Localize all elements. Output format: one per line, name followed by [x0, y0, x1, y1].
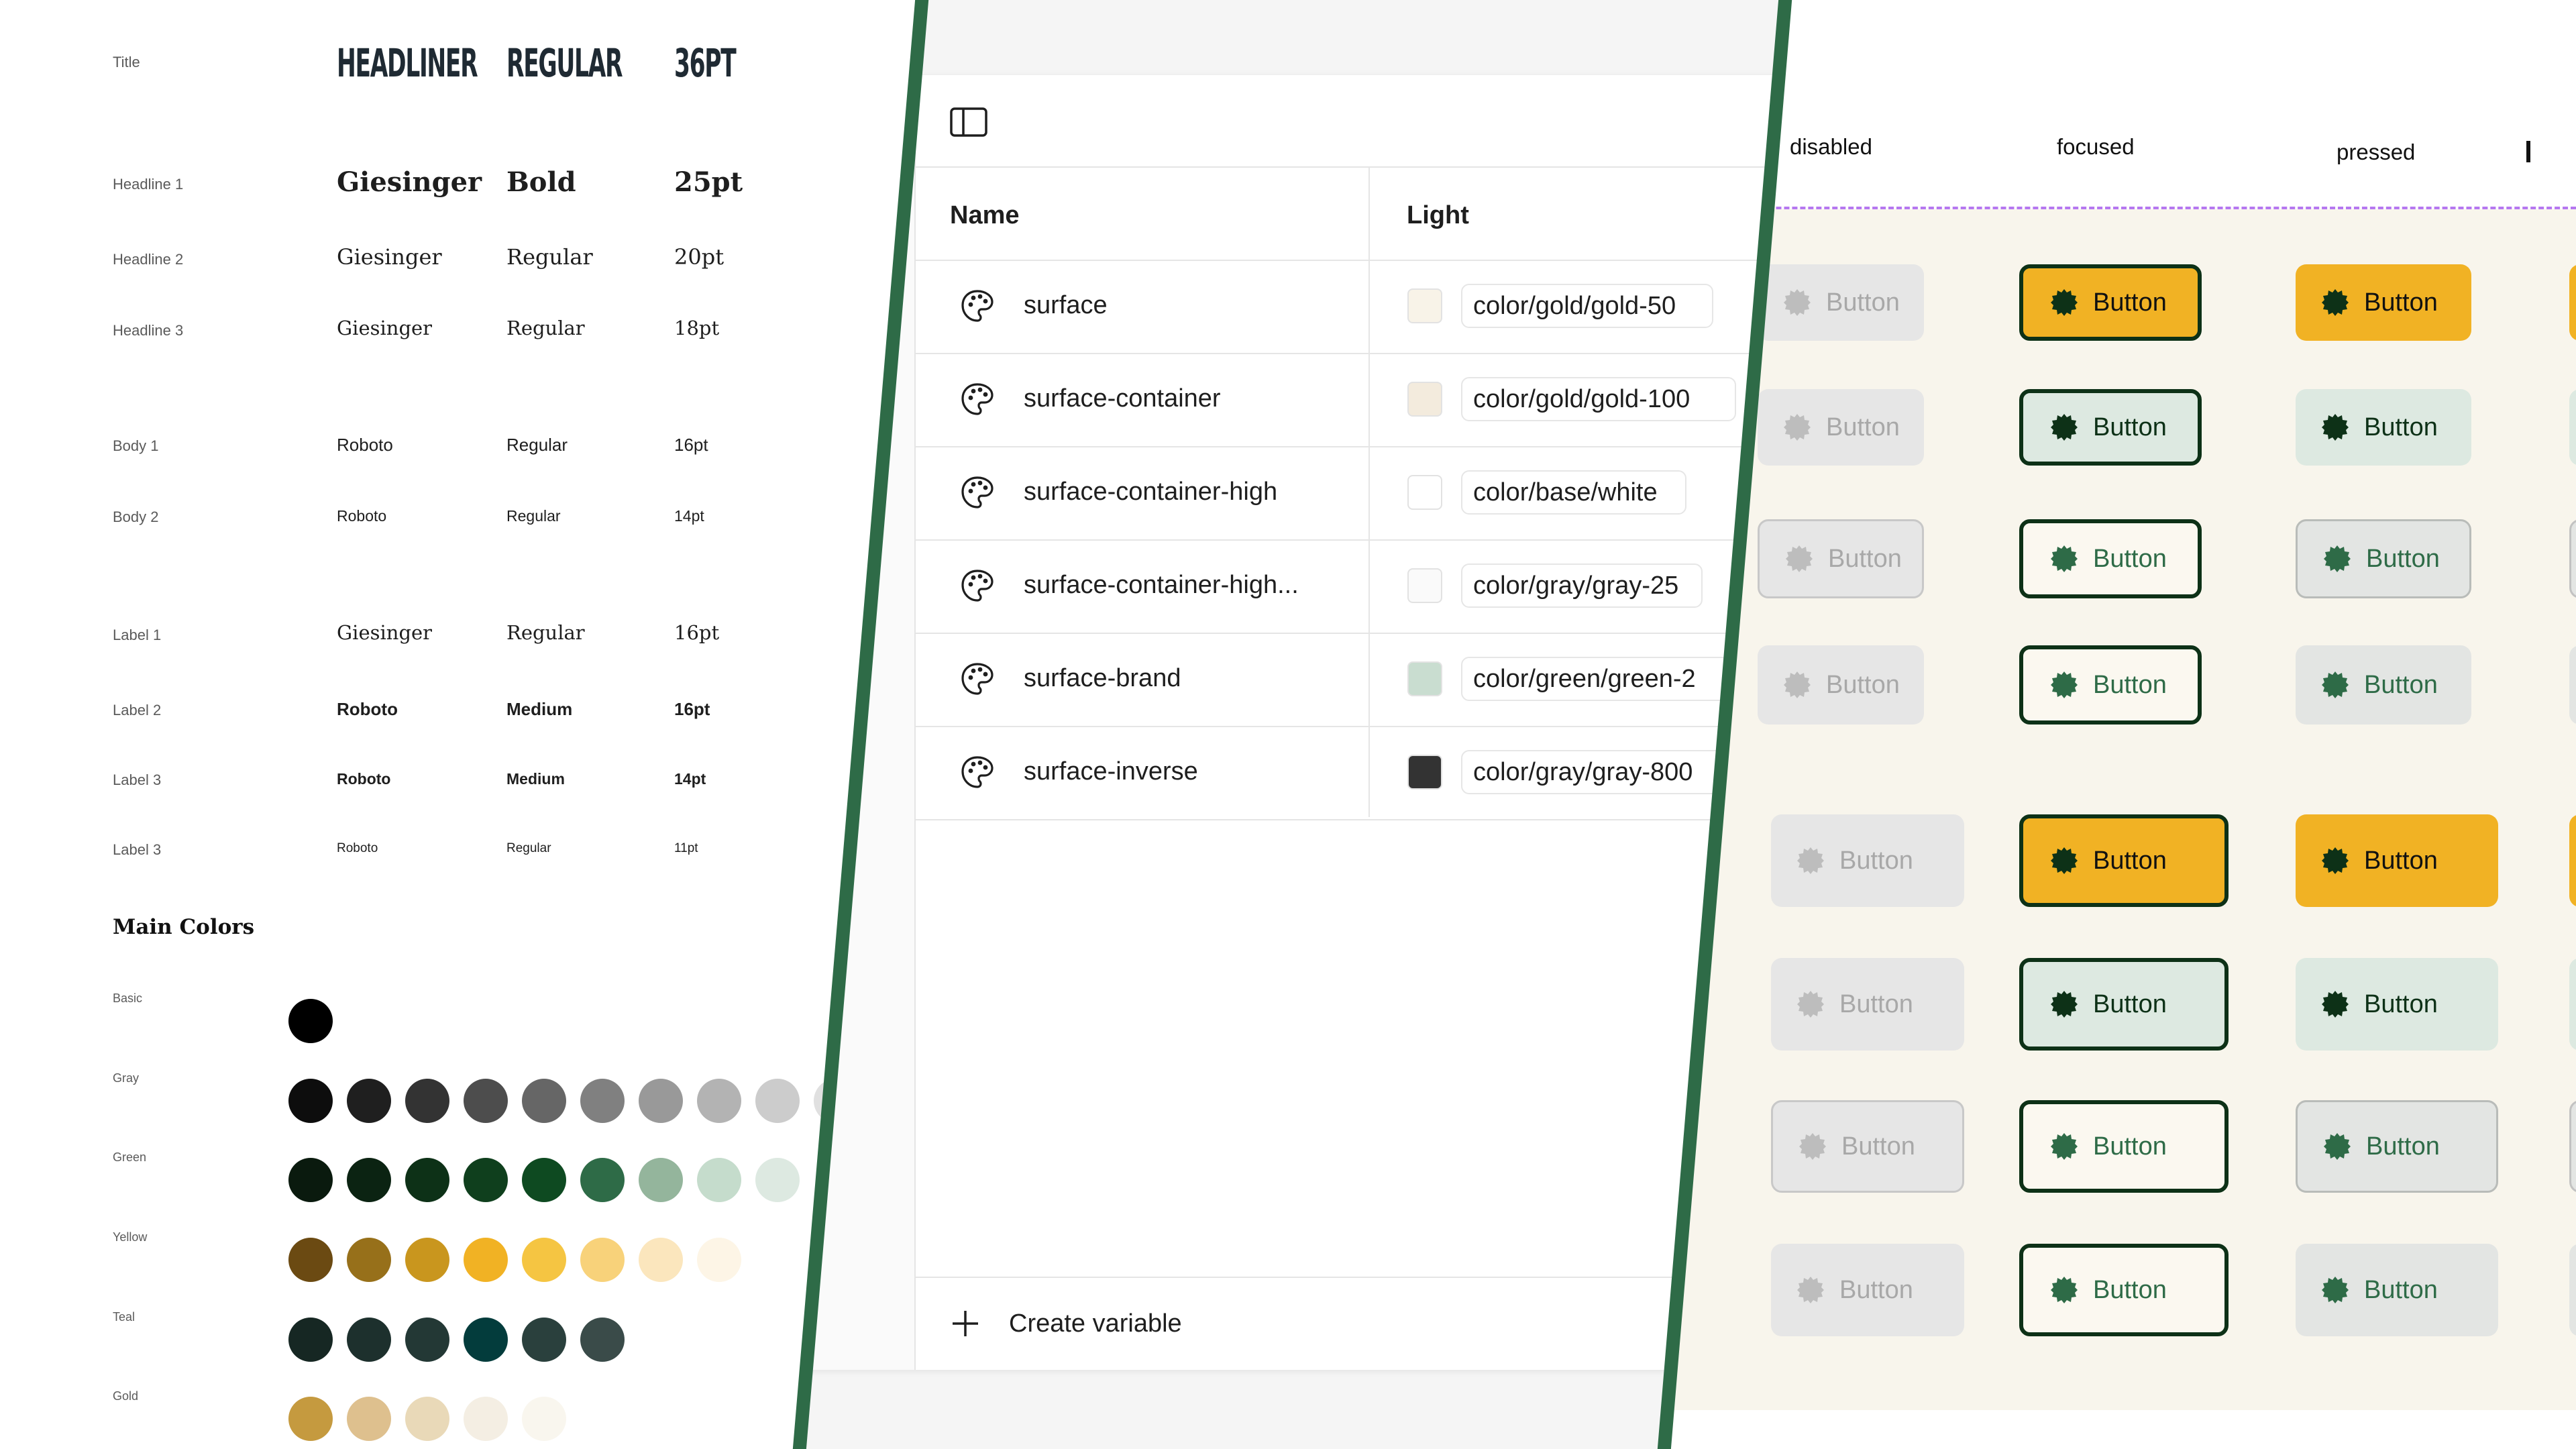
divider-left	[792, 0, 929, 1449]
panel-dividers	[792, 0, 1792, 1449]
divider-right	[1657, 0, 1792, 1449]
